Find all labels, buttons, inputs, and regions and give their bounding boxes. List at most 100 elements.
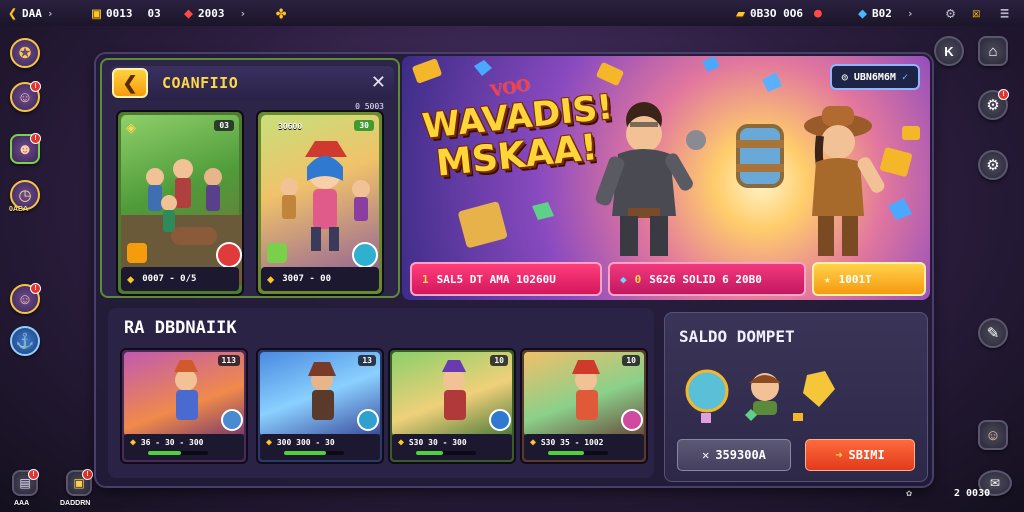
coin-icon: ◆ xyxy=(267,272,275,286)
rail-avatar-button[interactable]: ☺ ! xyxy=(10,81,41,112)
card-footer: ◆ 3007 - 00 xyxy=(261,267,379,291)
coin-icon: ▣ xyxy=(92,4,102,22)
bottom-label-1: AAA xyxy=(14,500,30,507)
progress-track xyxy=(416,451,476,455)
rail-badge-label: 0ABA xyxy=(9,206,29,213)
coin-counter[interactable]: ▣ 0013 03 xyxy=(92,3,161,23)
level-badge: 03 xyxy=(214,120,234,131)
character-icon: ☺ xyxy=(985,426,1001,444)
star-icon: ★ xyxy=(824,272,831,286)
level-badge: 10 xyxy=(622,355,640,366)
gem-counter[interactable]: ◆ 2003 › xyxy=(184,3,246,23)
coin-icon: ◆ xyxy=(127,272,135,286)
offer-button-1[interactable]: 1 SAL5 DT AMA 10260U xyxy=(410,262,602,296)
rail-edit-button[interactable]: ✎ xyxy=(978,318,1008,348)
notification-dot: ! xyxy=(82,469,93,480)
back-arrow-icon[interactable]: ❮ xyxy=(8,4,17,22)
menu-icon: ≡ xyxy=(1000,4,1010,22)
rail-anchor-button[interactable]: ⚓ xyxy=(10,326,40,356)
chevron-right-icon: › xyxy=(239,6,247,20)
progress-fill xyxy=(148,451,181,455)
rail-friend-button[interactable]: ☺ ! xyxy=(10,283,41,314)
coin-extra: 03 xyxy=(147,6,161,20)
rewards-illustration xyxy=(685,369,835,423)
progress-fill xyxy=(416,451,443,455)
chat-icon: ✉ xyxy=(989,476,1001,490)
diamond-icon: ◆ xyxy=(620,272,627,286)
target-icon: ◎ xyxy=(841,71,848,83)
section-card-1[interactable]: 113 ◆ 36 - 30 - 300 xyxy=(120,348,248,464)
character-card-2[interactable]: 30600 30 ◆ 3007 - 00 xyxy=(256,110,384,296)
coin-icon: ◆ xyxy=(530,437,537,448)
settings-button[interactable]: ⚙ xyxy=(946,3,955,23)
card-footer: ◆ 0007 - 0/5 xyxy=(121,267,239,291)
promo-banner[interactable]: VOO WAVADIS! MSKAA! ◎ UBN6M6M ✓ 1 SAL5 D… xyxy=(402,56,930,300)
gem2-counter[interactable]: ◆ B02 › xyxy=(858,3,914,23)
offer-button-3[interactable]: ★ 1001T xyxy=(812,262,926,296)
bottom-right-icon[interactable]: ✿ xyxy=(906,488,912,499)
offer-row: 1 SAL5 DT AMA 10260U ◆ 0 S626 SOLID 6 20… xyxy=(410,262,926,296)
notification-dot: ! xyxy=(28,469,39,480)
coin-icon: ◆ xyxy=(130,437,137,448)
section-card-4[interactable]: 10 ◆ S30 35 - 1002 xyxy=(520,348,648,464)
rail-profile-button[interactable]: ✪ xyxy=(10,38,40,68)
back-arrow-icon: ❮ xyxy=(122,72,138,93)
menu-button[interactable]: ≡ xyxy=(1000,3,1009,23)
cross-swords-icon: ✕ xyxy=(702,448,710,462)
card-footer-text: S30 30 - 300 xyxy=(408,438,467,447)
compass-icon: ✪ xyxy=(18,45,32,62)
bottom-item-1[interactable]: ▤ ! xyxy=(12,469,39,496)
rail-hero-button[interactable]: ☻ ! xyxy=(10,133,41,164)
coin-icon: ◆ xyxy=(398,437,405,448)
level-badge: 13 xyxy=(358,355,376,366)
rail-shop-button[interactable]: ⌂ xyxy=(978,36,1008,66)
primary-button[interactable]: ➜ SBIMI xyxy=(805,439,915,471)
offer-text: SAL5 DT AMA 10260U xyxy=(436,272,556,286)
gem-value: 2003 xyxy=(198,6,225,20)
close-window-button[interactable]: ☒ xyxy=(972,3,980,23)
pencil-icon: ✎ xyxy=(986,325,1000,342)
offer-number: 1 xyxy=(422,272,429,286)
friend-icon: ☺ xyxy=(17,290,33,308)
gold-bar-icon: ▰ xyxy=(736,4,746,22)
banner-pill-button[interactable]: ◎ UBN6M6M ✓ xyxy=(829,64,920,90)
clock-icon: ◷ xyxy=(18,187,32,204)
card-footer-text: 300 300 - 30 xyxy=(276,438,335,447)
tag-icon: ◈ xyxy=(126,120,136,135)
gear-icon: ⚙ xyxy=(986,97,1000,114)
secondary-button-label: 359300A xyxy=(715,448,766,462)
card-footer-text: 3007 - 00 xyxy=(282,274,332,284)
card-footer-text: 0007 - 0/5 xyxy=(142,274,197,284)
bottom-right-label: 2 0030 xyxy=(954,488,991,499)
close-box-icon: ☒ xyxy=(972,5,981,21)
section-card-2[interactable]: 13 ◆ 300 300 - 30 xyxy=(256,348,384,464)
offer-text: S626 SOLID 6 20B0 xyxy=(649,272,762,286)
coin-icon: ◆ xyxy=(266,437,273,448)
offer-button-2[interactable]: ◆ 0 S626 SOLID 6 20B0 xyxy=(608,262,806,296)
puzzle-button[interactable]: ✤ xyxy=(276,3,286,23)
arrow-right-icon: ➜ xyxy=(835,448,843,462)
ruby-icon: ◆ xyxy=(184,4,194,22)
wallet-title: SALDO DOMPET xyxy=(679,327,795,346)
character-art xyxy=(261,115,379,285)
character-card-1[interactable]: 03 ◈ ◆ 0007 - 0/5 xyxy=(116,110,244,296)
secondary-button[interactable]: ✕ 359300A xyxy=(677,439,791,471)
top-bar: ❮ DAA › ▣ 0013 03 ◆ 2003 › ✤ ▰ 0B3O 0O6 … xyxy=(0,0,1024,26)
rail-options-button[interactable]: ⚙ xyxy=(978,150,1008,180)
back-button[interactable]: ❮ xyxy=(112,68,148,98)
card-tag: 30600 xyxy=(278,122,303,131)
level-badge: 10 xyxy=(490,355,508,366)
gold-counter[interactable]: ▰ 0B3O 0O6 ● xyxy=(736,3,822,23)
section-card-3[interactable]: 10 ◆ S30 30 - 300 xyxy=(388,348,516,464)
character-art xyxy=(121,115,242,285)
player-chip[interactable]: ❮ DAA › xyxy=(8,3,54,23)
rail-k-button[interactable]: K xyxy=(934,36,964,66)
level-badge: 113 xyxy=(217,355,240,366)
close-icon[interactable]: ✕ xyxy=(371,72,386,93)
shop-icon: ⌂ xyxy=(988,42,998,60)
bottom-item-2[interactable]: ▣ ! xyxy=(66,469,93,496)
rail-settings-button[interactable]: ⚙ ! xyxy=(978,89,1009,120)
rail-character-button[interactable]: ☺ xyxy=(978,420,1008,450)
gear-icon: ⚙ xyxy=(946,4,956,22)
check-icon: ✓ xyxy=(901,71,908,83)
